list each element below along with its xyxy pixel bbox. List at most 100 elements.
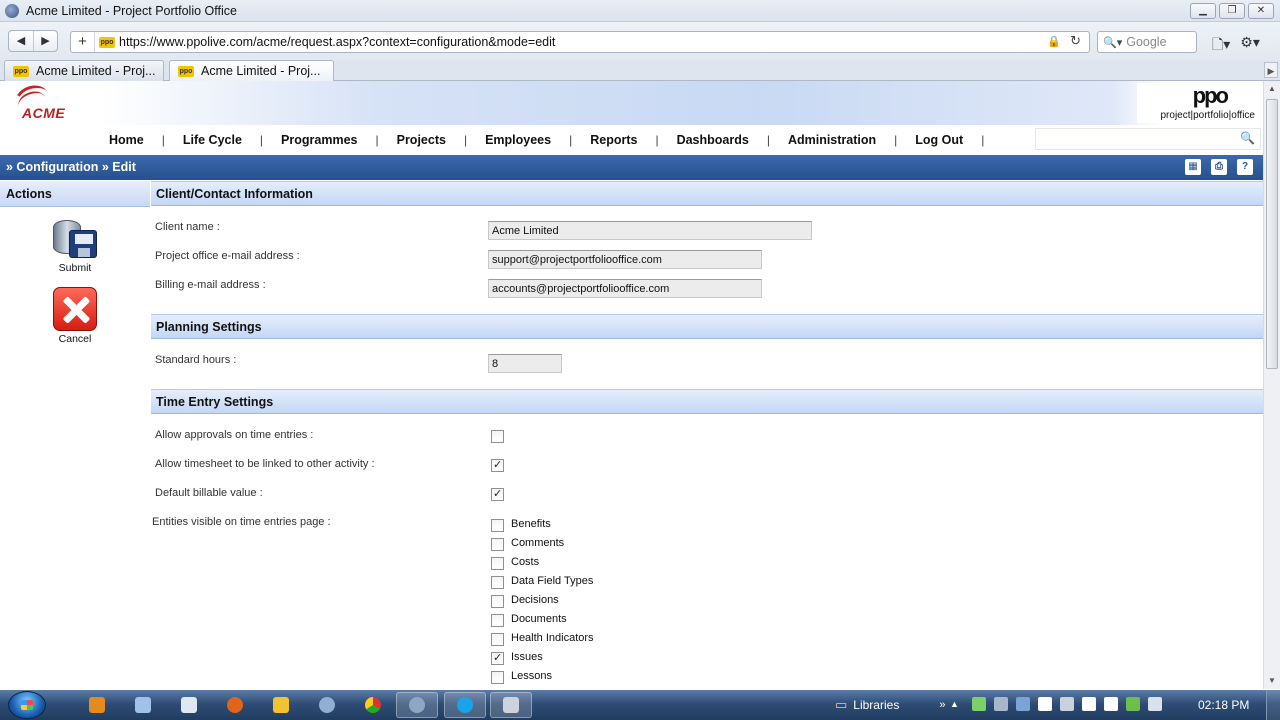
browser-search-box[interactable]: 🔍▾ Google xyxy=(1097,31,1197,53)
tray-app-icon[interactable] xyxy=(994,697,1008,711)
menu-item-programmes[interactable]: Programmes xyxy=(272,133,366,147)
menu-item-life-cycle[interactable]: Life Cycle xyxy=(174,133,251,147)
tray-app-icon[interactable] xyxy=(1126,697,1140,711)
tray-app-icon[interactable] xyxy=(1060,697,1074,711)
tray-app-icon[interactable] xyxy=(972,697,986,711)
billing-email-field[interactable] xyxy=(488,279,762,298)
menu-item-home[interactable]: Home xyxy=(100,133,153,147)
entity-checkbox-documents[interactable] xyxy=(491,614,504,627)
site-search-input[interactable]: 🔍 xyxy=(1035,128,1261,150)
cancel-label[interactable]: Cancel xyxy=(0,333,150,345)
print-icon[interactable]: ⎙ xyxy=(1211,159,1227,175)
submit-label[interactable]: Submit xyxy=(0,262,150,274)
windows-taskbar: ▭ Libraries » ▲ 02:18 PM xyxy=(0,690,1280,720)
taskbar-paint[interactable] xyxy=(122,692,164,718)
entity-checkbox-benefits[interactable] xyxy=(491,519,504,532)
entity-checkbox-health-indicators[interactable] xyxy=(491,633,504,646)
help-icon[interactable]: ? xyxy=(1237,159,1253,175)
back-button[interactable]: ◀ xyxy=(9,31,33,51)
tab-scroll-right[interactable]: ▶ xyxy=(1264,62,1278,78)
menu-item-administration[interactable]: Administration xyxy=(779,133,885,147)
new-tab-plus-icon[interactable]: + xyxy=(71,32,95,52)
menu-item-log-out[interactable]: Log Out xyxy=(906,133,972,147)
entity-checkbox-data-field-types[interactable] xyxy=(491,576,504,589)
libraries-toolbar[interactable]: ▭ Libraries » xyxy=(835,690,945,720)
menu-separator: | xyxy=(766,133,770,147)
menu-item-dashboards[interactable]: Dashboards xyxy=(668,133,758,147)
scroll-thumb[interactable] xyxy=(1266,99,1278,369)
entity-checkbox-costs[interactable] xyxy=(491,557,504,570)
folder-icon: ▭ xyxy=(835,697,848,712)
tray-app-icon[interactable] xyxy=(1016,697,1030,711)
taskbar-notepad[interactable] xyxy=(168,692,210,718)
volume-icon[interactable] xyxy=(1148,697,1162,711)
taskbar-outlook[interactable] xyxy=(260,692,302,718)
taskbar-skype[interactable] xyxy=(444,692,486,718)
entity-checkbox-decisions[interactable] xyxy=(491,595,504,608)
tab-acme-1[interactable]: ppo Acme Limited - Proj... xyxy=(4,60,164,81)
tray-app-icon[interactable] xyxy=(1082,697,1096,711)
tab-label: Acme Limited - Proj... xyxy=(36,64,156,78)
scroll-up-arrow[interactable]: ▲ xyxy=(1264,81,1280,97)
tab-strip: ppo Acme Limited - Proj... ppo Acme Limi… xyxy=(0,60,1280,81)
cancel-button[interactable]: Cancel xyxy=(0,287,150,345)
minimize-button[interactable]: ▁ xyxy=(1190,3,1216,19)
entity-label: Documents xyxy=(511,613,567,625)
office-email-field[interactable] xyxy=(488,250,762,269)
site-favicon: ppo xyxy=(99,36,115,48)
menu-item-reports[interactable]: Reports xyxy=(581,133,646,147)
menu-separator: | xyxy=(463,133,468,147)
show-desktop-button[interactable] xyxy=(1266,690,1280,720)
acme-logo[interactable]: ACME xyxy=(11,81,82,121)
acme-logo-text: ACME xyxy=(22,105,66,121)
menu-item-employees[interactable]: Employees xyxy=(476,133,560,147)
entity-checkbox-issues[interactable] xyxy=(491,652,504,665)
entity-label: Lessons xyxy=(511,670,552,682)
start-button[interactable] xyxy=(8,691,46,719)
taskbar-chrome[interactable] xyxy=(352,692,394,718)
tab-label: Acme Limited - Proj... xyxy=(201,64,321,78)
taskbar-media-player[interactable] xyxy=(76,692,118,718)
ppo-logo: ppo project|portfolio|office xyxy=(1137,83,1255,123)
allow-approvals-checkbox[interactable] xyxy=(491,430,504,443)
allow-link-checkbox[interactable] xyxy=(491,459,504,472)
scroll-down-arrow[interactable]: ▼ xyxy=(1264,673,1280,689)
tab-acme-2[interactable]: ppo Acme Limited - Proj... xyxy=(169,60,334,81)
address-bar[interactable]: + ppo https://www.ppolive.com/acme/reque… xyxy=(70,31,1090,53)
entity-checkbox-comments[interactable] xyxy=(491,538,504,551)
default-billable-checkbox[interactable] xyxy=(491,488,504,501)
close-window-button[interactable]: ✕ xyxy=(1248,3,1274,19)
entity-checkbox-lessons[interactable] xyxy=(491,671,504,684)
libraries-label[interactable]: Libraries xyxy=(853,698,899,712)
calendar-grid-icon[interactable]: ▦ xyxy=(1185,159,1201,175)
submit-button[interactable]: Submit xyxy=(0,216,150,274)
taskbar-firefox[interactable] xyxy=(214,692,256,718)
menu-item-projects[interactable]: Projects xyxy=(388,133,455,147)
main-menu: Home | Life Cycle | Programmes | Projects | Empl… xyxy=(100,125,993,155)
page-scrollbar[interactable]: ▲ ▼ xyxy=(1263,81,1280,689)
maximize-button[interactable]: ❐ xyxy=(1219,3,1245,19)
forward-button[interactable]: ▶ xyxy=(33,31,57,51)
search-icon[interactable]: 🔍 xyxy=(1240,131,1255,145)
cancel-x-icon[interactable] xyxy=(53,287,97,331)
url-text[interactable]: https://www.ppolive.com/acme/request.asp… xyxy=(119,35,555,49)
lock-icon[interactable]: 🔒 xyxy=(1047,35,1061,48)
reload-icon[interactable]: ↻ xyxy=(1070,33,1081,49)
client-name-field[interactable] xyxy=(488,221,812,240)
tray-arrow-icon[interactable]: ▲ xyxy=(950,697,964,711)
browser-navbar: ◀ ▶ + ppo https://www.ppolive.com/acme/r… xyxy=(0,22,1280,60)
toolbar-chevron-icon[interactable]: » xyxy=(939,699,945,711)
search-engine-icon[interactable]: 🔍▾ xyxy=(1103,36,1122,49)
network-icon[interactable] xyxy=(1104,697,1118,711)
standard-hours-field[interactable] xyxy=(488,354,562,373)
database-save-icon[interactable] xyxy=(51,216,99,260)
taskbar-clock[interactable]: 02:18 PM xyxy=(1198,698,1249,712)
section-title: Time Entry Settings xyxy=(156,395,274,409)
tools-gear-icon[interactable]: ⚙▾ xyxy=(1240,34,1260,58)
tray-app-icon[interactable] xyxy=(1038,697,1052,711)
taskbar-tool[interactable] xyxy=(490,692,532,718)
taskbar-browser-active[interactable] xyxy=(396,692,438,718)
taskbar-network[interactable] xyxy=(306,692,348,718)
section-time-entry-settings: Time Entry Settings xyxy=(151,389,1263,414)
page-menu-icon[interactable]: 🗋▾ xyxy=(1212,34,1230,58)
